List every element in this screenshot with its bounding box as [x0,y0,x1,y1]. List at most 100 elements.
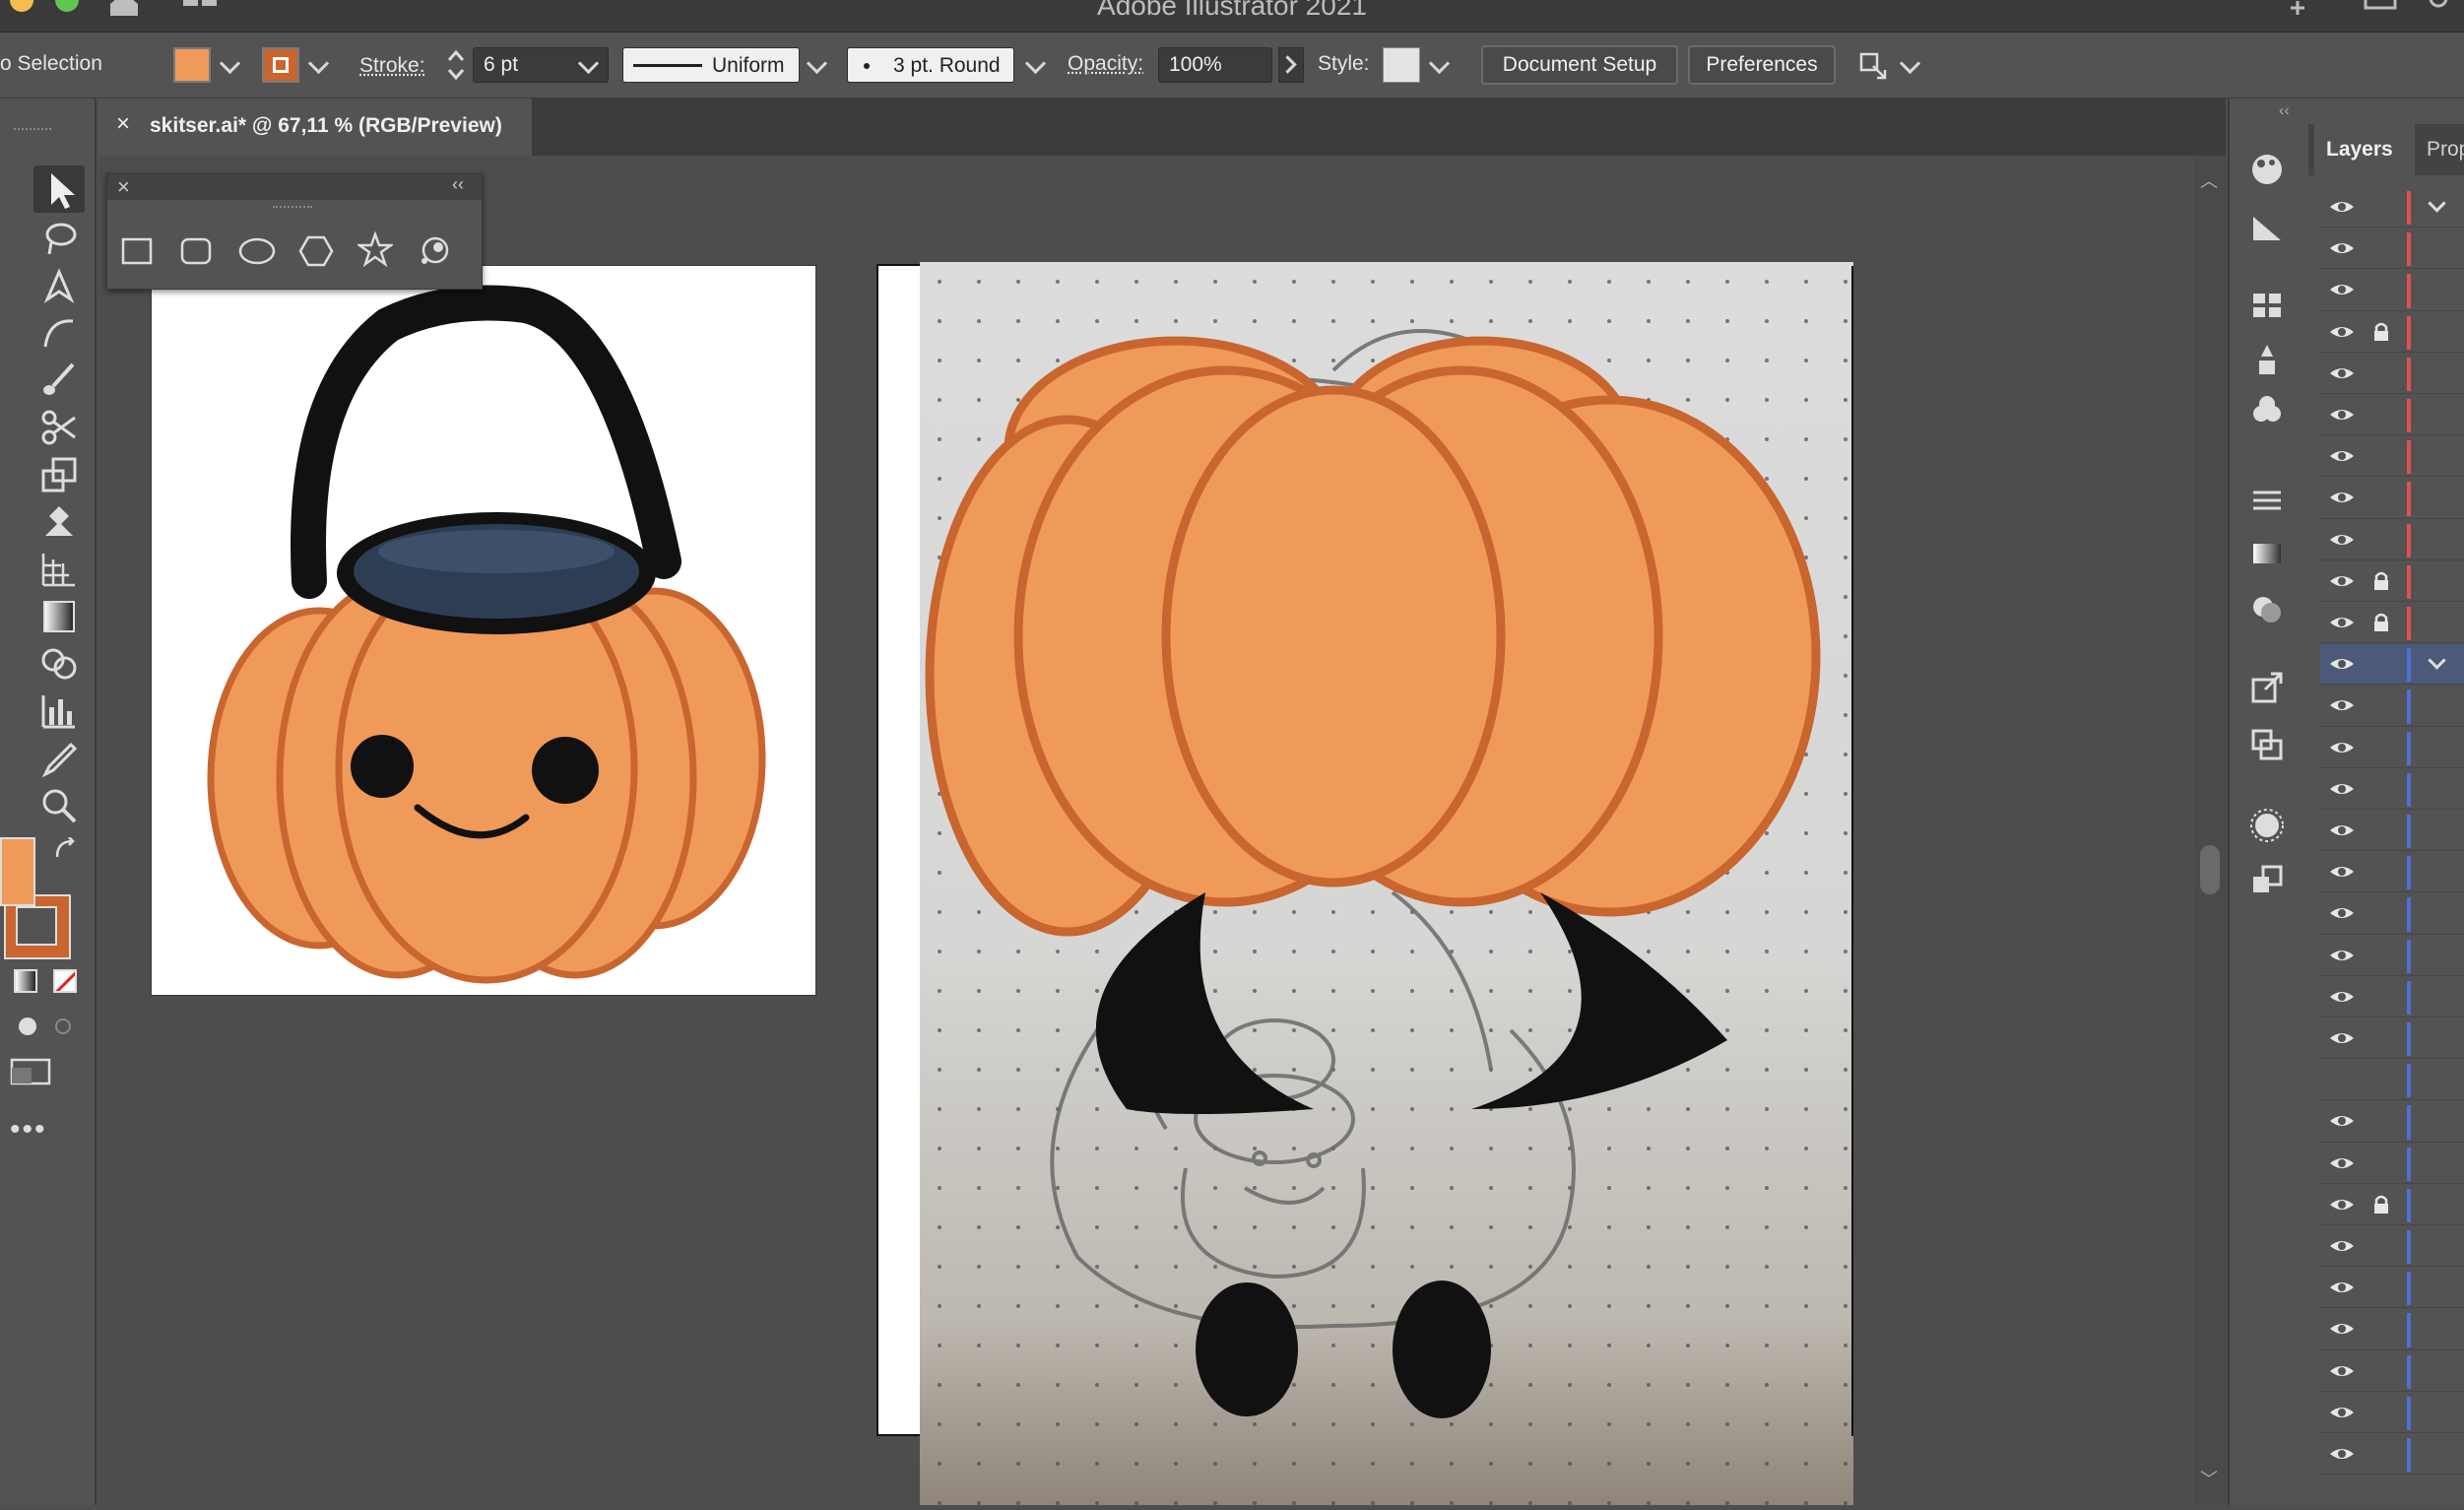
layer-row[interactable] [2320,1018,2464,1060]
transform-icon[interactable] [2247,861,2287,900]
visibility-eye-icon[interactable] [2328,530,2356,550]
visibility-eye-icon[interactable] [2328,1403,2356,1422]
flare-tool-icon[interactable] [417,231,454,269]
brushes-icon[interactable] [2247,286,2287,325]
brush-dropdown-icon[interactable] [1024,52,1047,75]
layer-row[interactable] [2320,1144,2464,1184]
layer-row[interactable] [2320,229,2464,270]
fill-dropdown-chevron-icon[interactable] [219,52,241,75]
placed-sketch-photo[interactable] [920,262,1853,1505]
layer-row[interactable] [2320,728,2464,768]
layer-row[interactable] [2320,354,2464,394]
preferences-button[interactable]: Preferences [1688,45,1836,85]
visibility-eye-icon[interactable] [2328,613,2356,632]
toolbar-grip[interactable] [14,128,51,134]
ellipse-tool-icon[interactable] [237,233,277,269]
swatches-icon[interactable] [2247,207,2287,246]
layer-row[interactable] [2320,644,2464,686]
scroll-down-icon[interactable]: ﹀ [2200,1466,2218,1491]
visibility-eye-icon[interactable] [2328,1444,2356,1464]
puppet-warp-tool-icon[interactable] [39,502,79,542]
polygon-tool-icon[interactable] [298,233,334,269]
lock-icon[interactable] [2371,1194,2391,1215]
layer-row[interactable] [2320,436,2464,478]
layer-row[interactable] [2320,893,2464,935]
visibility-eye-icon[interactable] [2328,987,2356,1007]
collapse-panel-icon[interactable]: ‹‹ [452,174,464,195]
visibility-eye-icon[interactable] [2328,1278,2356,1297]
stroke-dropdown-chevron-icon[interactable] [307,52,330,75]
graphic-styles-icon[interactable] [2247,392,2287,431]
expand-layer-chevron-icon[interactable] [2428,194,2446,213]
artboards-icon[interactable] [2247,725,2287,764]
layer-row[interactable] [2320,769,2464,810]
fill-color-box[interactable] [0,837,35,906]
style-dropdown-icon[interactable] [1428,52,1451,75]
visibility-eye-icon[interactable] [2328,1319,2356,1339]
brush-definition-select[interactable]: 3 pt. Round [847,47,1014,83]
arrange-icon[interactable] [1857,50,1889,82]
layer-row[interactable] [2320,686,2464,727]
visibility-eye-icon[interactable] [2328,363,2356,383]
tab-properties[interactable]: Prop [2427,138,2464,162]
drawing-modes-icon[interactable] [14,1013,77,1040]
stroke-weight-stepper-icon[interactable] [445,46,467,84]
visibility-eye-icon[interactable] [2328,571,2356,591]
layer-row[interactable] [2320,1101,2464,1143]
rounded-rectangle-tool-icon[interactable] [178,233,214,269]
close-panel-icon[interactable]: × [117,174,130,200]
shapes-panel-header[interactable]: × ‹‹ [107,174,482,200]
zoom-tool-icon[interactable] [39,786,79,825]
layer-row[interactable] [2320,395,2464,436]
layer-row[interactable] [2320,603,2464,644]
document-tab[interactable]: × skitser.ai* @ 67,11 % (RGB/Preview) [98,98,533,156]
eyedropper-tool-icon[interactable] [39,739,79,778]
expand-dock-icon[interactable]: ‹‹ [2279,102,2290,120]
layer-row[interactable] [2320,1309,2464,1350]
layer-row[interactable] [2320,1060,2464,1101]
visibility-eye-icon[interactable] [2328,695,2356,715]
opacity-popup-button[interactable] [1278,47,1304,83]
expand-layer-chevron-icon[interactable] [2428,651,2446,670]
layer-row[interactable] [2320,561,2464,602]
screen-mode-icon[interactable] [8,1056,57,1089]
layer-row[interactable] [2320,852,2464,893]
symbols-icon[interactable] [2247,339,2287,378]
visibility-eye-icon[interactable] [2328,1028,2356,1048]
visibility-eye-icon[interactable] [2328,862,2356,882]
artboard-finished-bucket[interactable] [152,266,815,995]
paintbrush-tool-icon[interactable] [39,361,79,400]
canvas-vertical-scrollbar[interactable]: ︿ ﹀ [2194,156,2226,1505]
visibility-eye-icon[interactable] [2328,1361,2356,1381]
shape-builder-tool-icon[interactable] [39,644,79,684]
control-bar-menu-icon[interactable] [1899,52,1921,75]
visibility-eye-icon[interactable] [2328,1153,2356,1173]
graph-tool-icon[interactable] [39,691,79,731]
stroke-label[interactable]: Stroke: [359,54,425,78]
document-setup-button[interactable]: Document Setup [1481,45,1678,85]
close-tab-icon[interactable]: × [116,110,130,138]
canvas-area[interactable]: × ‹‹ [98,156,2196,1505]
layer-row[interactable] [2320,977,2464,1018]
lock-icon[interactable] [2371,612,2391,633]
fill-swatch[interactable] [173,47,211,83]
pen-tool-icon[interactable] [39,266,79,305]
layer-row[interactable] [2320,187,2464,229]
visibility-eye-icon[interactable] [2328,1236,2356,1256]
visibility-eye-icon[interactable] [2328,322,2356,342]
color-guide-icon[interactable] [2247,150,2287,189]
stroke-swatch[interactable] [262,47,299,83]
share-icon[interactable] [2285,0,2324,16]
visibility-eye-icon[interactable] [2328,738,2356,757]
visibility-eye-icon[interactable] [2328,903,2356,923]
layer-row[interactable] [2320,1393,2464,1433]
scroll-up-icon[interactable]: ︿ [2200,167,2218,193]
gradient-panel-icon[interactable] [2247,534,2287,573]
visibility-eye-icon[interactable] [2328,488,2356,507]
swap-fill-stroke-icon[interactable] [53,837,79,863]
visibility-eye-icon[interactable] [2328,238,2356,258]
opacity-field[interactable]: 100% [1158,47,1272,83]
layer-row[interactable] [2320,478,2464,519]
visibility-eye-icon[interactable] [2328,446,2356,466]
layer-row[interactable] [2320,1434,2464,1476]
